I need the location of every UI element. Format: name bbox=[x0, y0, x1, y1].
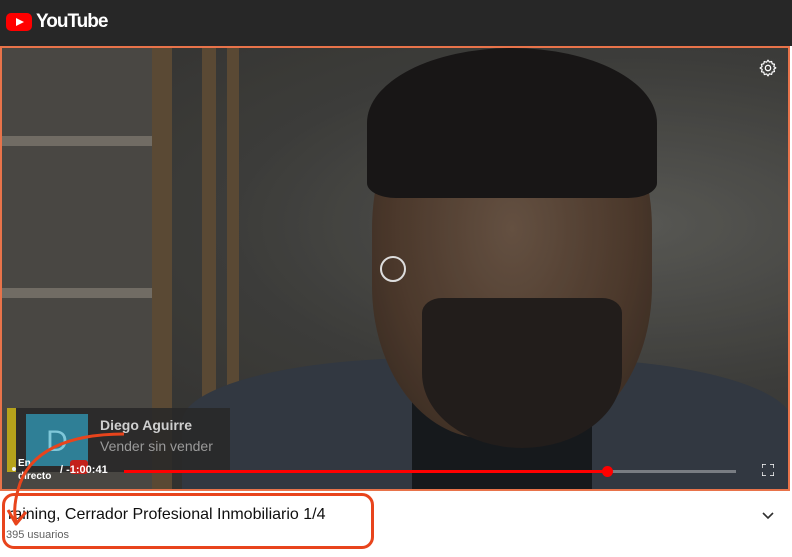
fullscreen-icon[interactable] bbox=[762, 464, 774, 476]
progress-fill bbox=[124, 470, 608, 473]
settings-gear-icon[interactable] bbox=[758, 58, 778, 78]
top-bar: YouTube bbox=[0, 0, 792, 46]
logo-text: YouTube bbox=[36, 11, 108, 32]
loading-spinner-icon bbox=[380, 256, 406, 282]
annotation-arrow-icon bbox=[6, 432, 125, 526]
youtube-logo[interactable]: YouTube bbox=[6, 11, 108, 33]
chevron-down-icon[interactable] bbox=[760, 507, 776, 523]
youtube-play-icon bbox=[6, 13, 32, 31]
progress-bar[interactable] bbox=[124, 466, 736, 477]
